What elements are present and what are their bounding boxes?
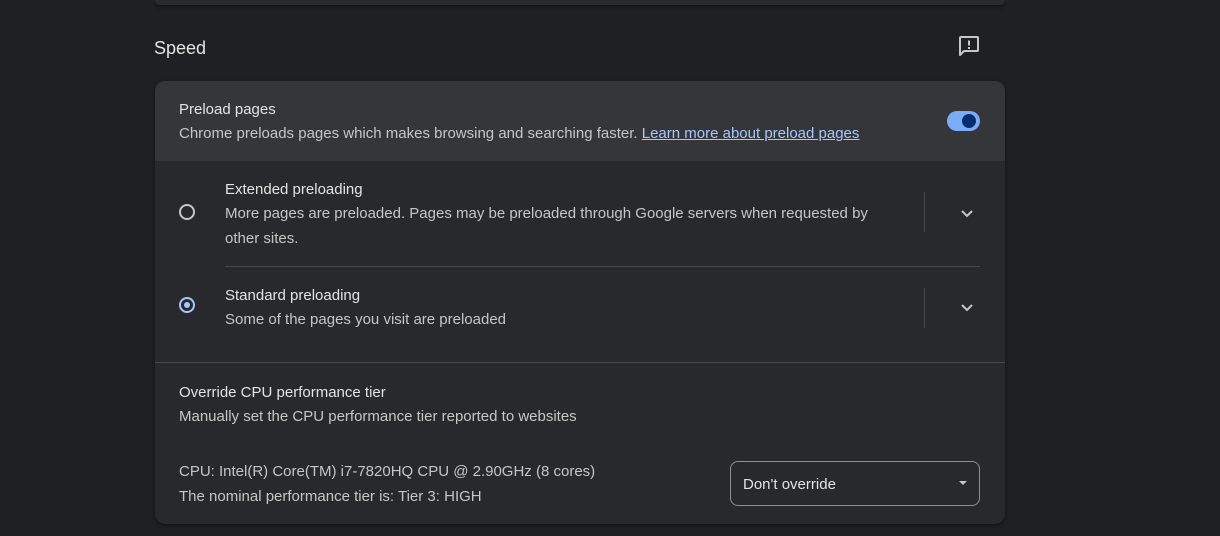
extended-preloading-title: Extended preloading [225, 181, 363, 198]
standard-preloading-title: Standard preloading [225, 287, 361, 304]
previous-card-edge [155, 0, 1005, 5]
cpu-info: CPU: Intel(R) Core(TM) i7-7820HQ CPU @ 2… [179, 463, 596, 480]
preload-pages-description: Chrome preloads pages which makes browsi… [179, 121, 859, 146]
preload-description-text: Chrome preloads pages which makes browsi… [179, 125, 638, 142]
preload-pages-row[interactable]: Preload pages Chrome preloads pages whic… [155, 81, 1005, 161]
cpu-tier-select[interactable]: Don't override [730, 461, 980, 506]
extended-preloading-radio[interactable] [179, 204, 195, 220]
feedback-icon [959, 36, 979, 56]
extended-preloading-option[interactable]: Extended preloading More pages are prelo… [155, 161, 1005, 266]
settings-page: Speed Preload pages Chrome preloads page… [0, 0, 1220, 536]
cpu-tier-select-value: Don't override [743, 476, 836, 493]
standard-preloading-radio[interactable] [179, 297, 195, 313]
cpu-tier-info: The nominal performance tier is: Tier 3:… [179, 488, 482, 505]
learn-more-link[interactable]: Learn more about preload pages [642, 125, 860, 142]
standard-preloading-option[interactable]: Standard preloading Some of the pages yo… [155, 267, 1005, 362]
cpu-tier-description: Manually set the CPU performance tier re… [179, 408, 577, 425]
cpu-tier-title: Override CPU performance tier [179, 384, 386, 401]
vertical-divider [924, 288, 925, 328]
dropdown-arrow-icon [959, 481, 967, 485]
preload-pages-toggle[interactable] [947, 111, 980, 131]
preload-pages-title: Preload pages [179, 101, 276, 118]
standard-preloading-description: Some of the pages you visit are preloade… [225, 311, 507, 328]
section-divider [155, 362, 1005, 363]
toggle-knob [962, 114, 976, 128]
feedback-button[interactable] [953, 30, 985, 62]
chevron-down-icon [961, 303, 973, 311]
chevron-down-icon [961, 209, 973, 217]
section-title: Speed [154, 38, 207, 58]
extended-preloading-description: More pages are preloaded. Pages may be p… [225, 205, 868, 247]
extended-preloading-expand-button[interactable] [951, 197, 983, 229]
standard-preloading-expand-button[interactable] [951, 291, 983, 323]
vertical-divider [924, 192, 925, 232]
speed-settings-card: Preload pages Chrome preloads pages whic… [155, 81, 1005, 524]
